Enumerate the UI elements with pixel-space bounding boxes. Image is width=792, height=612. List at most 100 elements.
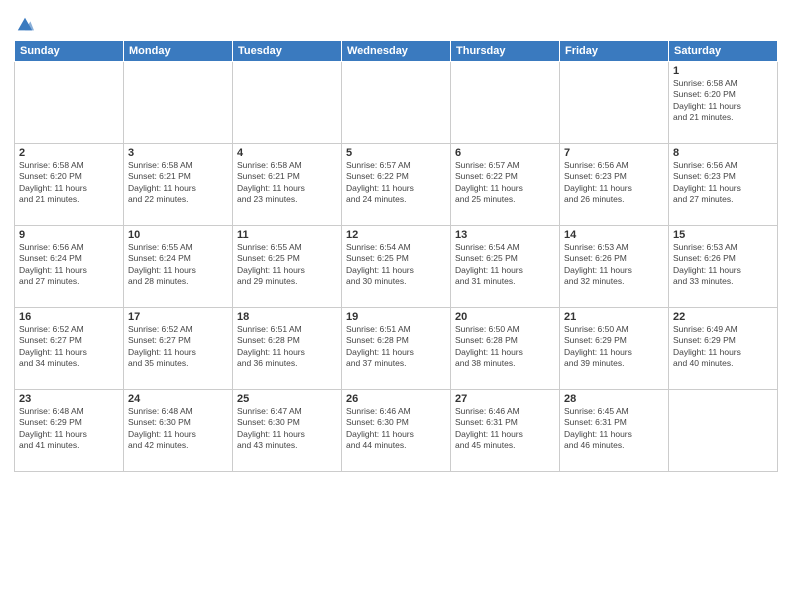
calendar-cell: 15Sunrise: 6:53 AM Sunset: 6:26 PM Dayli… bbox=[669, 226, 778, 308]
day-number: 16 bbox=[19, 311, 119, 323]
day-number: 6 bbox=[455, 147, 555, 159]
calendar-day-header: Thursday bbox=[451, 41, 560, 62]
calendar-cell: 11Sunrise: 6:55 AM Sunset: 6:25 PM Dayli… bbox=[233, 226, 342, 308]
calendar-day-header: Friday bbox=[560, 41, 669, 62]
calendar-cell: 16Sunrise: 6:52 AM Sunset: 6:27 PM Dayli… bbox=[15, 308, 124, 390]
day-info: Sunrise: 6:57 AM Sunset: 6:22 PM Dayligh… bbox=[346, 160, 446, 206]
calendar-cell: 3Sunrise: 6:58 AM Sunset: 6:21 PM Daylig… bbox=[124, 144, 233, 226]
day-info: Sunrise: 6:54 AM Sunset: 6:25 PM Dayligh… bbox=[455, 242, 555, 288]
day-info: Sunrise: 6:56 AM Sunset: 6:24 PM Dayligh… bbox=[19, 242, 119, 288]
day-number: 8 bbox=[673, 147, 773, 159]
day-info: Sunrise: 6:50 AM Sunset: 6:29 PM Dayligh… bbox=[564, 324, 664, 370]
calendar-cell: 21Sunrise: 6:50 AM Sunset: 6:29 PM Dayli… bbox=[560, 308, 669, 390]
day-info: Sunrise: 6:51 AM Sunset: 6:28 PM Dayligh… bbox=[346, 324, 446, 370]
day-info: Sunrise: 6:56 AM Sunset: 6:23 PM Dayligh… bbox=[673, 160, 773, 206]
day-number: 27 bbox=[455, 393, 555, 405]
calendar-cell: 10Sunrise: 6:55 AM Sunset: 6:24 PM Dayli… bbox=[124, 226, 233, 308]
calendar-week-row: 16Sunrise: 6:52 AM Sunset: 6:27 PM Dayli… bbox=[15, 308, 778, 390]
calendar-cell: 6Sunrise: 6:57 AM Sunset: 6:22 PM Daylig… bbox=[451, 144, 560, 226]
calendar-header-row: SundayMondayTuesdayWednesdayThursdayFrid… bbox=[15, 41, 778, 62]
day-info: Sunrise: 6:58 AM Sunset: 6:21 PM Dayligh… bbox=[128, 160, 228, 206]
day-info: Sunrise: 6:49 AM Sunset: 6:29 PM Dayligh… bbox=[673, 324, 773, 370]
calendar-cell: 4Sunrise: 6:58 AM Sunset: 6:21 PM Daylig… bbox=[233, 144, 342, 226]
day-info: Sunrise: 6:46 AM Sunset: 6:31 PM Dayligh… bbox=[455, 406, 555, 452]
day-info: Sunrise: 6:48 AM Sunset: 6:29 PM Dayligh… bbox=[19, 406, 119, 452]
day-number: 15 bbox=[673, 229, 773, 241]
calendar-week-row: 1Sunrise: 6:58 AM Sunset: 6:20 PM Daylig… bbox=[15, 62, 778, 144]
calendar-cell: 25Sunrise: 6:47 AM Sunset: 6:30 PM Dayli… bbox=[233, 390, 342, 472]
calendar-cell: 13Sunrise: 6:54 AM Sunset: 6:25 PM Dayli… bbox=[451, 226, 560, 308]
calendar-cell: 27Sunrise: 6:46 AM Sunset: 6:31 PM Dayli… bbox=[451, 390, 560, 472]
calendar-cell bbox=[451, 62, 560, 144]
day-number: 18 bbox=[237, 311, 337, 323]
day-info: Sunrise: 6:56 AM Sunset: 6:23 PM Dayligh… bbox=[564, 160, 664, 206]
calendar-cell: 18Sunrise: 6:51 AM Sunset: 6:28 PM Dayli… bbox=[233, 308, 342, 390]
calendar-cell: 2Sunrise: 6:58 AM Sunset: 6:20 PM Daylig… bbox=[15, 144, 124, 226]
day-info: Sunrise: 6:48 AM Sunset: 6:30 PM Dayligh… bbox=[128, 406, 228, 452]
day-number: 9 bbox=[19, 229, 119, 241]
day-number: 25 bbox=[237, 393, 337, 405]
day-info: Sunrise: 6:58 AM Sunset: 6:21 PM Dayligh… bbox=[237, 160, 337, 206]
day-info: Sunrise: 6:55 AM Sunset: 6:25 PM Dayligh… bbox=[237, 242, 337, 288]
day-number: 12 bbox=[346, 229, 446, 241]
calendar-cell: 8Sunrise: 6:56 AM Sunset: 6:23 PM Daylig… bbox=[669, 144, 778, 226]
day-number: 2 bbox=[19, 147, 119, 159]
calendar-cell bbox=[15, 62, 124, 144]
day-number: 3 bbox=[128, 147, 228, 159]
calendar-week-row: 9Sunrise: 6:56 AM Sunset: 6:24 PM Daylig… bbox=[15, 226, 778, 308]
day-number: 10 bbox=[128, 229, 228, 241]
calendar-cell: 17Sunrise: 6:52 AM Sunset: 6:27 PM Dayli… bbox=[124, 308, 233, 390]
calendar-cell bbox=[342, 62, 451, 144]
calendar-cell bbox=[560, 62, 669, 144]
day-number: 11 bbox=[237, 229, 337, 241]
day-info: Sunrise: 6:55 AM Sunset: 6:24 PM Dayligh… bbox=[128, 242, 228, 288]
calendar-cell: 9Sunrise: 6:56 AM Sunset: 6:24 PM Daylig… bbox=[15, 226, 124, 308]
calendar-page: SundayMondayTuesdayWednesdayThursdayFrid… bbox=[0, 0, 792, 612]
calendar-day-header: Tuesday bbox=[233, 41, 342, 62]
day-info: Sunrise: 6:50 AM Sunset: 6:28 PM Dayligh… bbox=[455, 324, 555, 370]
day-info: Sunrise: 6:45 AM Sunset: 6:31 PM Dayligh… bbox=[564, 406, 664, 452]
calendar-table: SundayMondayTuesdayWednesdayThursdayFrid… bbox=[14, 40, 778, 472]
calendar-cell: 12Sunrise: 6:54 AM Sunset: 6:25 PM Dayli… bbox=[342, 226, 451, 308]
day-info: Sunrise: 6:54 AM Sunset: 6:25 PM Dayligh… bbox=[346, 242, 446, 288]
day-number: 28 bbox=[564, 393, 664, 405]
day-number: 21 bbox=[564, 311, 664, 323]
calendar-cell bbox=[669, 390, 778, 472]
day-info: Sunrise: 6:58 AM Sunset: 6:20 PM Dayligh… bbox=[19, 160, 119, 206]
calendar-day-header: Sunday bbox=[15, 41, 124, 62]
calendar-cell: 19Sunrise: 6:51 AM Sunset: 6:28 PM Dayli… bbox=[342, 308, 451, 390]
header bbox=[14, 10, 778, 34]
day-number: 26 bbox=[346, 393, 446, 405]
calendar-cell: 20Sunrise: 6:50 AM Sunset: 6:28 PM Dayli… bbox=[451, 308, 560, 390]
day-number: 7 bbox=[564, 147, 664, 159]
day-info: Sunrise: 6:46 AM Sunset: 6:30 PM Dayligh… bbox=[346, 406, 446, 452]
calendar-cell: 23Sunrise: 6:48 AM Sunset: 6:29 PM Dayli… bbox=[15, 390, 124, 472]
day-info: Sunrise: 6:52 AM Sunset: 6:27 PM Dayligh… bbox=[19, 324, 119, 370]
calendar-cell: 14Sunrise: 6:53 AM Sunset: 6:26 PM Dayli… bbox=[560, 226, 669, 308]
calendar-day-header: Monday bbox=[124, 41, 233, 62]
calendar-day-header: Wednesday bbox=[342, 41, 451, 62]
calendar-cell: 26Sunrise: 6:46 AM Sunset: 6:30 PM Dayli… bbox=[342, 390, 451, 472]
calendar-cell: 22Sunrise: 6:49 AM Sunset: 6:29 PM Dayli… bbox=[669, 308, 778, 390]
day-info: Sunrise: 6:53 AM Sunset: 6:26 PM Dayligh… bbox=[564, 242, 664, 288]
day-number: 19 bbox=[346, 311, 446, 323]
logo bbox=[14, 14, 34, 34]
calendar-day-header: Saturday bbox=[669, 41, 778, 62]
day-number: 23 bbox=[19, 393, 119, 405]
day-info: Sunrise: 6:51 AM Sunset: 6:28 PM Dayligh… bbox=[237, 324, 337, 370]
calendar-week-row: 2Sunrise: 6:58 AM Sunset: 6:20 PM Daylig… bbox=[15, 144, 778, 226]
logo-icon bbox=[16, 16, 34, 34]
calendar-cell bbox=[233, 62, 342, 144]
calendar-cell: 5Sunrise: 6:57 AM Sunset: 6:22 PM Daylig… bbox=[342, 144, 451, 226]
calendar-cell: 24Sunrise: 6:48 AM Sunset: 6:30 PM Dayli… bbox=[124, 390, 233, 472]
day-number: 1 bbox=[673, 65, 773, 77]
calendar-cell bbox=[124, 62, 233, 144]
calendar-week-row: 23Sunrise: 6:48 AM Sunset: 6:29 PM Dayli… bbox=[15, 390, 778, 472]
day-info: Sunrise: 6:47 AM Sunset: 6:30 PM Dayligh… bbox=[237, 406, 337, 452]
day-info: Sunrise: 6:58 AM Sunset: 6:20 PM Dayligh… bbox=[673, 78, 773, 124]
calendar-cell: 1Sunrise: 6:58 AM Sunset: 6:20 PM Daylig… bbox=[669, 62, 778, 144]
day-number: 14 bbox=[564, 229, 664, 241]
day-number: 22 bbox=[673, 311, 773, 323]
day-number: 5 bbox=[346, 147, 446, 159]
day-number: 17 bbox=[128, 311, 228, 323]
